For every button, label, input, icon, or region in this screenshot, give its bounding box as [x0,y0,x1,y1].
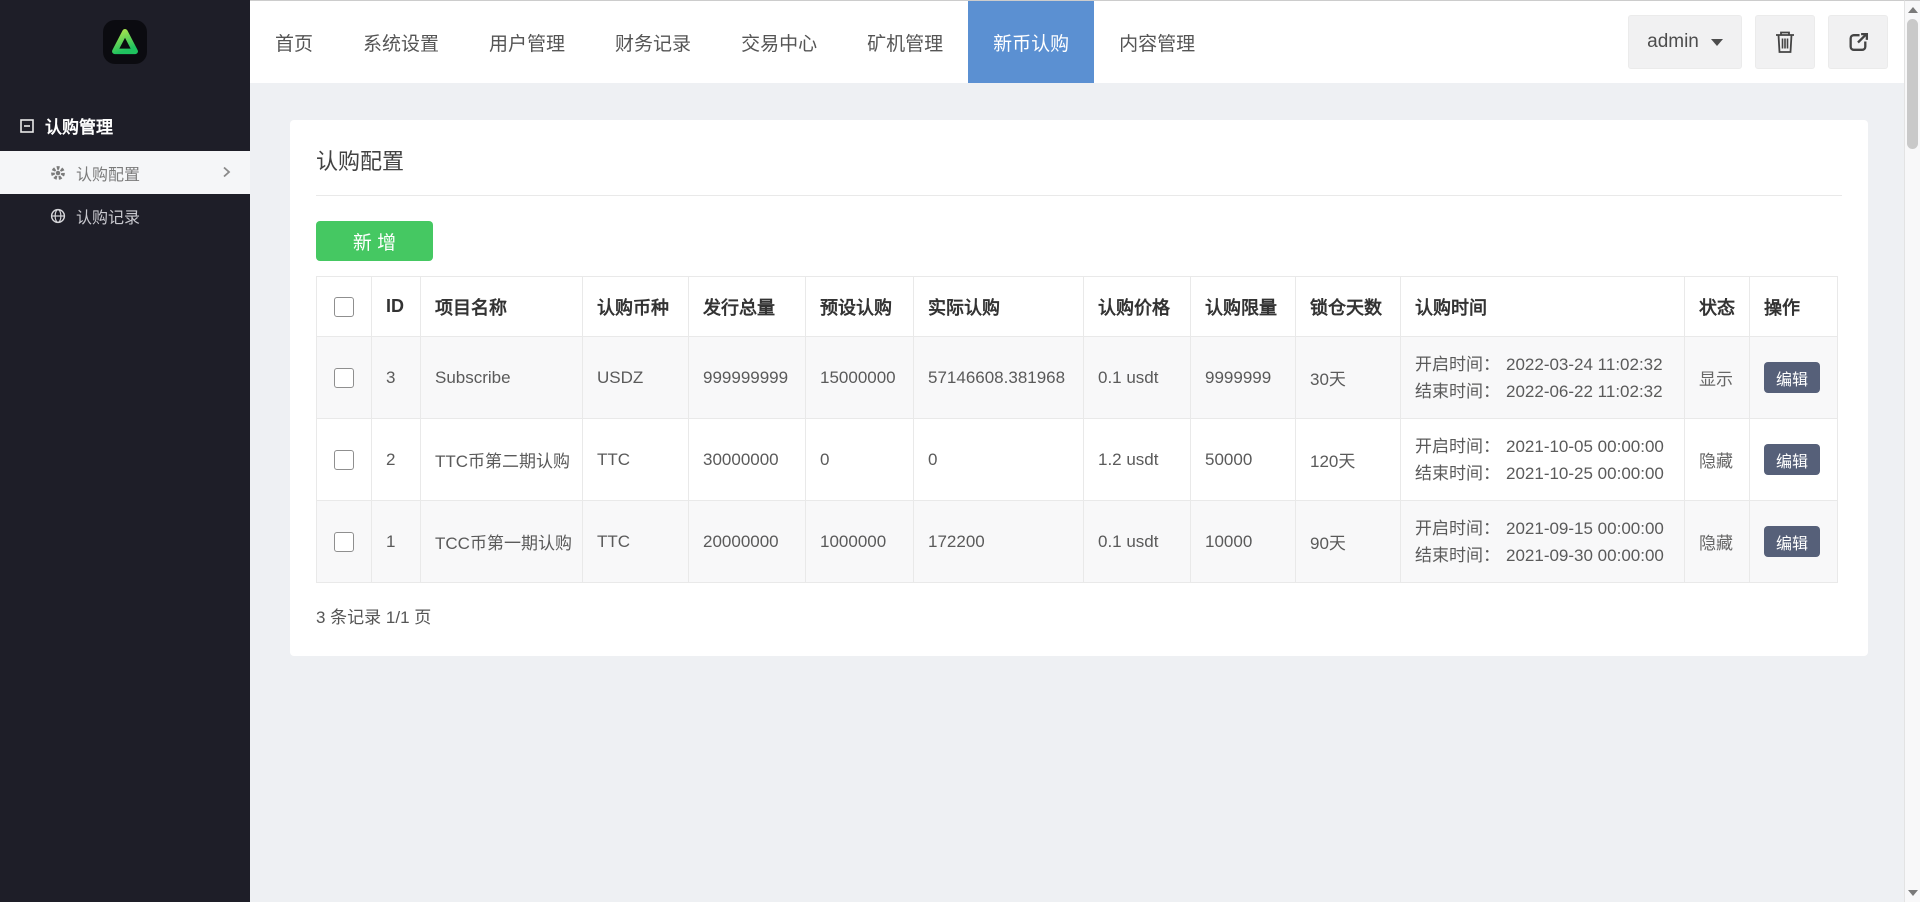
row-checkbox[interactable] [334,532,354,552]
cell-time: 开启时间：2022-03-24 11:02:32 结束时间：2022-06-22… [1401,337,1685,419]
cell-price: 1.2 usdt [1084,419,1191,501]
row-checkbox[interactable] [334,450,354,470]
minus-square-icon [20,119,34,133]
cell-id: 3 [372,337,421,419]
cell-lock-days: 120天 [1296,419,1401,501]
cell-id: 2 [372,419,421,501]
chevron-right-icon [218,164,234,180]
edit-button[interactable]: 编辑 [1764,526,1820,557]
cell-project: TTC币第二期认购 [421,419,583,501]
sidebar: 认购管理 认购配置 认购记录 [0,0,250,902]
header-total-issue: 发行总量 [689,277,806,337]
table-row: 3 Subscribe USDZ 999999999 15000000 5714… [317,337,1838,419]
header-action: 操作 [1750,277,1838,337]
header-preset: 预设认购 [806,277,914,337]
header-price: 认购价格 [1084,277,1191,337]
cell-actual: 0 [914,419,1084,501]
vertical-scrollbar[interactable] [1904,0,1920,902]
cell-total-issue: 30000000 [689,419,806,501]
cell-limit: 10000 [1191,501,1296,583]
nav-item-finance-records[interactable]: 财务记录 [590,1,716,83]
header-actual: 实际认购 [914,277,1084,337]
cell-preset: 0 [806,419,914,501]
cell-preset: 15000000 [806,337,914,419]
nav-item-miner-management[interactable]: 矿机管理 [842,1,968,83]
sidebar-item-label: 认购配置 [76,161,140,185]
nav-item-home[interactable]: 首页 [250,1,338,83]
sidebar-item-subscription-config[interactable]: 认购配置 [0,151,250,194]
header-time: 认购时间 [1401,277,1685,337]
header-status: 状态 [1685,277,1750,337]
top-navigation: 首页 系统设置 用户管理 财务记录 交易中心 矿机管理 新币认购 内容管理 ad… [250,0,1904,83]
scrollbar-thumb[interactable] [1907,19,1918,149]
caret-down-icon [1711,39,1723,46]
cell-preset: 1000000 [806,501,914,583]
cell-limit: 9999999 [1191,337,1296,419]
delete-button[interactable] [1755,15,1815,69]
brand-a-logo[interactable] [103,20,147,64]
cell-project: TCC币第一期认购 [421,501,583,583]
cell-lock-days: 90天 [1296,501,1401,583]
cell-time: 开启时间：2021-10-05 00:00:00 结束时间：2021-10-25… [1401,419,1685,501]
status-badge: 隐藏 [1685,419,1750,501]
cell-id: 1 [372,501,421,583]
cell-coin: USDZ [583,337,689,419]
status-badge: 显示 [1685,337,1750,419]
logo-area [0,0,250,83]
external-link-icon [1847,31,1870,54]
cell-price: 0.1 usdt [1084,501,1191,583]
row-checkbox[interactable] [334,368,354,388]
nav-item-user-management[interactable]: 用户管理 [464,1,590,83]
record-summary: 3 条记录 1/1 页 [316,603,1842,628]
cell-total-issue: 20000000 [689,501,806,583]
arrow-down-icon[interactable] [1908,890,1918,896]
sidebar-item-subscription-records[interactable]: 认购记录 [0,194,250,237]
header-id: ID [372,277,421,337]
page-title: 认购配置 [316,144,1842,176]
cell-project: Subscribe [421,337,583,419]
arrow-up-icon[interactable] [1908,7,1918,13]
cell-lock-days: 30天 [1296,337,1401,419]
nav-item-content-management[interactable]: 内容管理 [1094,1,1220,83]
cell-coin: TTC [583,501,689,583]
cell-total-issue: 999999999 [689,337,806,419]
status-badge: 隐藏 [1685,501,1750,583]
admin-menu-button[interactable]: admin [1628,15,1742,69]
title-divider [316,195,1842,196]
export-button[interactable] [1828,15,1888,69]
trash-icon [1774,30,1796,54]
nav-item-trade-center[interactable]: 交易中心 [716,1,842,83]
edit-button[interactable]: 编辑 [1764,444,1820,475]
globe-icon [50,208,66,224]
nav-item-new-coin-subscription[interactable]: 新币认购 [968,1,1094,83]
gear-icon [50,165,66,181]
select-all-checkbox[interactable] [334,297,354,317]
sidebar-section-label: 认购管理 [45,113,113,138]
edit-button[interactable]: 编辑 [1764,362,1820,393]
cell-time: 开启时间：2021-09-15 00:00:00 结束时间：2021-09-30… [1401,501,1685,583]
subscription-table: ID 项目名称 认购币种 发行总量 预设认购 实际认购 认购价格 认购限量 锁仓… [316,276,1838,583]
subscription-config-card: 认购配置 新 增 ID 项目名称 认购币种 发行总量 预设认购 实际认购 [290,120,1868,656]
cell-actual: 57146608.381968 [914,337,1084,419]
table-row: 2 TTC币第二期认购 TTC 30000000 0 0 1.2 usdt 50… [317,419,1838,501]
cell-limit: 50000 [1191,419,1296,501]
admin-label: admin [1647,31,1699,53]
table-header-row: ID 项目名称 认购币种 发行总量 预设认购 实际认购 认购价格 认购限量 锁仓… [317,277,1838,337]
cell-coin: TTC [583,419,689,501]
cell-price: 0.1 usdt [1084,337,1191,419]
cell-actual: 172200 [914,501,1084,583]
header-limit: 认购限量 [1191,277,1296,337]
table-row: 1 TCC币第一期认购 TTC 20000000 1000000 172200 … [317,501,1838,583]
brand-a-logo-glyph [108,25,142,59]
add-button[interactable]: 新 增 [316,221,433,261]
main-content-area: 认购配置 新 增 ID 项目名称 认购币种 发行总量 预设认购 实际认购 [250,83,1904,902]
header-coin: 认购币种 [583,277,689,337]
nav-item-system-settings[interactable]: 系统设置 [338,1,464,83]
nav-toolbar: admin [1628,1,1904,83]
header-project-name: 项目名称 [421,277,583,337]
sidebar-section-subscription-management[interactable]: 认购管理 [0,113,250,138]
header-lock-days: 锁仓天数 [1296,277,1401,337]
sidebar-item-label: 认购记录 [76,204,140,228]
